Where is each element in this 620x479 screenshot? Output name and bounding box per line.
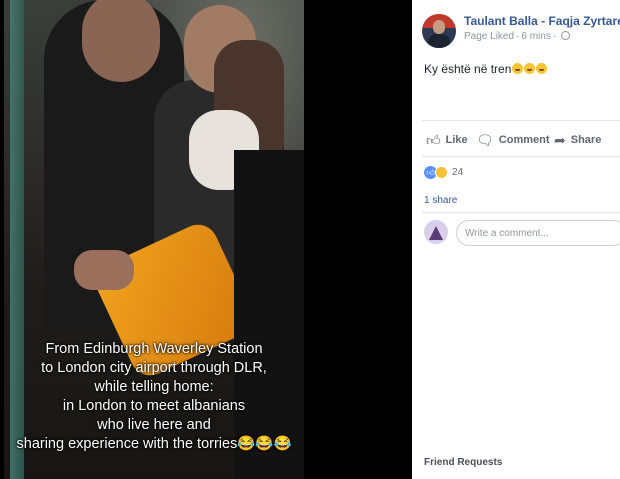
comment-composer xyxy=(422,220,620,246)
user-avatar[interactable] xyxy=(424,220,448,244)
globe-icon[interactable] xyxy=(561,31,571,40)
caption-line: while telling home: xyxy=(94,379,214,395)
passenger-hands xyxy=(74,250,134,290)
caption-line: From Edinburgh Waverley Station xyxy=(45,341,263,357)
post-header: Taulant Balla - Faqja Zyrtare Page Liked… xyxy=(422,10,620,50)
shares-link[interactable]: 1 share xyxy=(424,195,457,206)
reactions-summary[interactable]: 👍︎ 24 xyxy=(424,164,463,180)
page-avatar[interactable] xyxy=(422,14,456,48)
friend-requests-heading[interactable]: Friend Requests xyxy=(424,457,502,468)
avatar-face xyxy=(433,20,445,34)
laughing-emoji-icon xyxy=(536,63,548,74)
like-label: Like xyxy=(445,134,468,146)
reaction-count: 24 xyxy=(452,166,464,178)
comment-button[interactable]: 🗨︎ Comment xyxy=(476,128,550,152)
comment-label: Comment xyxy=(498,134,550,146)
meta-separator: · xyxy=(552,31,557,42)
post-side-panel: Taulant Balla - Faqja Zyrtare Page Liked… xyxy=(412,0,620,479)
photo-caption: From Edinburgh Waverley Station to Londo… xyxy=(4,340,304,454)
like-icon: 👍︎ xyxy=(426,132,441,148)
divider xyxy=(422,120,620,121)
share-label: Share xyxy=(570,134,602,146)
caption-line: who live here and xyxy=(97,417,211,433)
divider xyxy=(422,156,620,157)
caption-line: sharing experience with the torries😂😂😂 xyxy=(16,436,292,452)
share-icon: ➦ xyxy=(554,132,566,148)
post-photo[interactable]: From Edinburgh Waverley Station to Londo… xyxy=(4,0,304,479)
like-button[interactable]: 👍︎ Like xyxy=(426,128,468,152)
post-actions: 👍︎ Like 🗨︎ Comment ➦ Share xyxy=(422,128,620,152)
post-timestamp[interactable]: 6 mins xyxy=(521,31,550,42)
laughing-emoji-icon xyxy=(524,63,536,74)
share-button[interactable]: ➦ Share xyxy=(554,128,601,152)
haha-reaction-icon xyxy=(435,165,448,179)
avatar-shape xyxy=(429,226,443,240)
page-name-link[interactable]: Taulant Balla - Faqja Zyrtare xyxy=(464,14,620,28)
comment-icon: 🗨︎ xyxy=(476,132,494,148)
meta-separator: · xyxy=(516,31,520,42)
comment-input[interactable] xyxy=(456,220,620,246)
passenger-left-head xyxy=(82,0,160,82)
post-meta: Page Liked · 6 mins · xyxy=(464,31,571,42)
caption-line: in London to meet albanians xyxy=(62,398,246,414)
page-liked-status[interactable]: Page Liked xyxy=(464,31,514,42)
post-text-body: Ky është në tren xyxy=(424,62,512,76)
caption-line: to London city airport through DLR, xyxy=(41,360,267,376)
photo-viewer[interactable]: From Edinburgh Waverley Station to Londo… xyxy=(0,0,412,479)
laughing-emoji-icon xyxy=(512,63,524,74)
avatar-body xyxy=(428,34,450,48)
divider xyxy=(422,212,620,213)
post-text: Ky është në tren xyxy=(424,62,548,76)
